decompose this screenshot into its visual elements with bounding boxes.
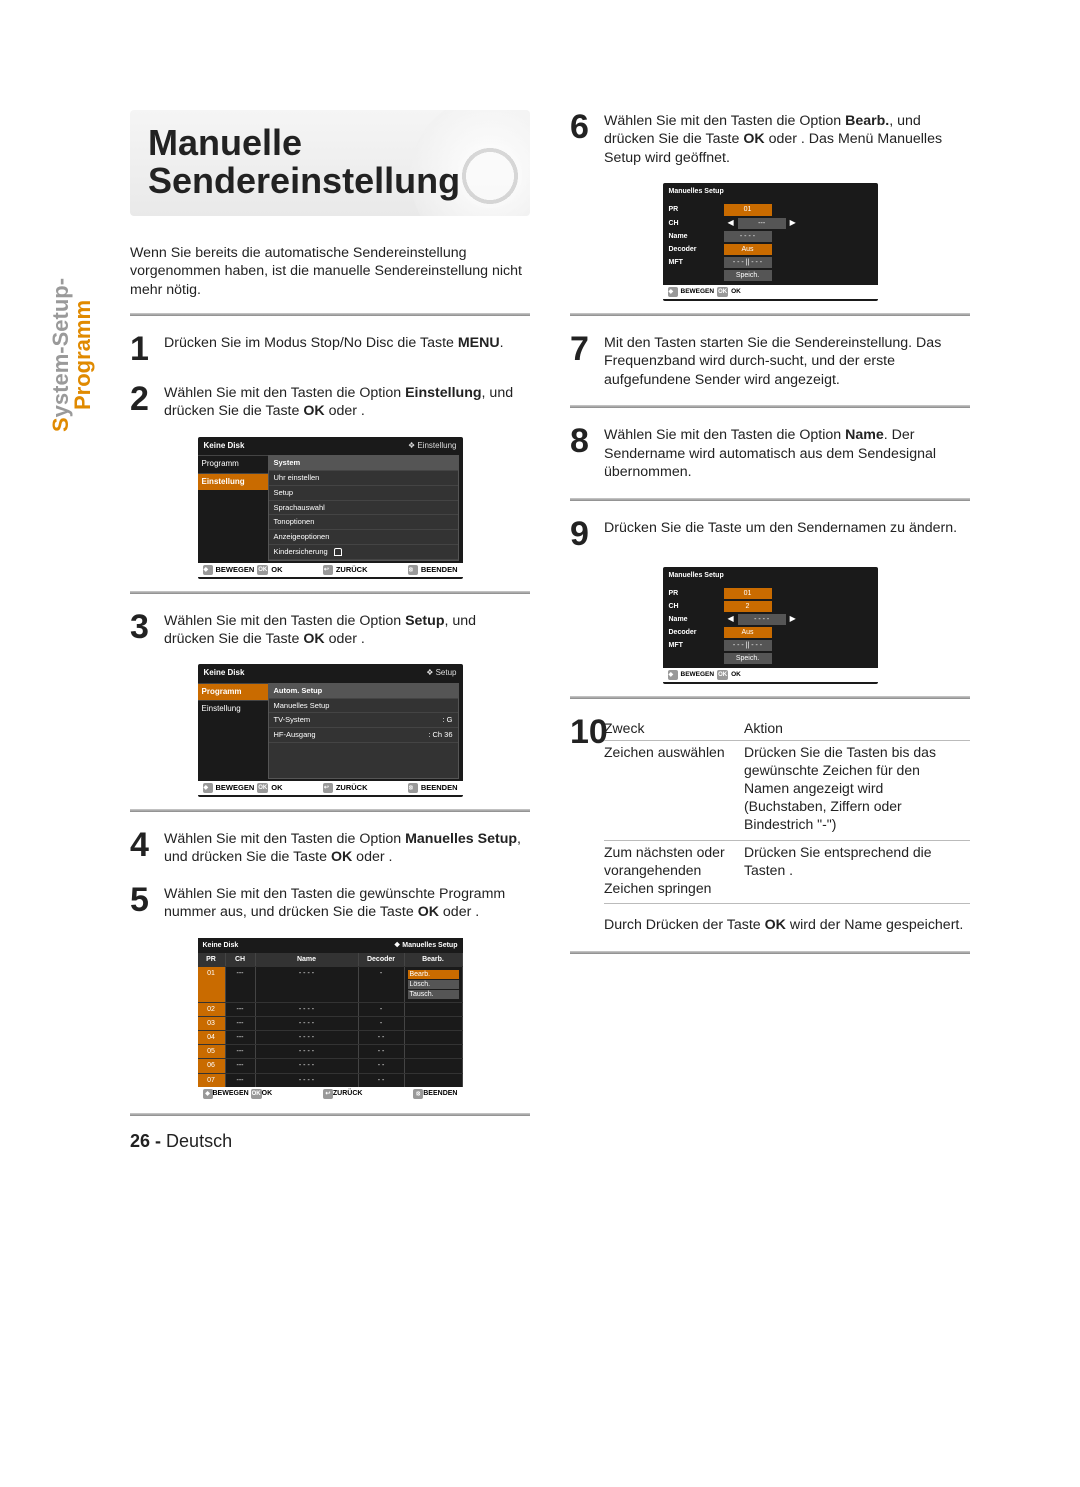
- osd-manuelles-table: Keine Disk ❖ Manuelles Setup PR CH Name D…: [198, 938, 463, 1101]
- td: Drücken Sie entsprechend die Tasten .: [744, 840, 970, 904]
- step-num: 3: [130, 610, 164, 649]
- osd-hdr-left: Keine Disk: [204, 668, 245, 678]
- divider: [570, 313, 970, 316]
- osd-item: Uhr einstellen: [269, 471, 458, 486]
- step-text: Mit den Tasten starten Sie die Senderein…: [604, 332, 970, 389]
- osd-item: TV-System: [274, 715, 311, 725]
- divider: [130, 1113, 530, 1116]
- step-2: 2 Wählen Sie mit den Tasten die Option E…: [130, 382, 530, 421]
- page-number: 26 - Deutsch: [130, 1131, 232, 1152]
- osd-item: System: [269, 456, 458, 471]
- osd-menu-einstellung: Einstellung: [198, 473, 268, 490]
- divider: [130, 809, 530, 812]
- step-num: 1: [130, 332, 164, 366]
- step-text: Wählen Sie mit den Tasten die Option Man…: [164, 828, 530, 867]
- step-8: 8 Wählen Sie mit den Tasten die Option N…: [570, 424, 970, 481]
- side-tab: System-Setup- Programm: [50, 278, 94, 430]
- osd-value: : Ch 36: [428, 730, 452, 740]
- step-num: 2: [130, 382, 164, 421]
- td: Drücken Sie die Tasten bis das gewünscht…: [744, 740, 970, 840]
- osd-item: Manuelles Setup: [274, 701, 330, 711]
- step-num: 8: [570, 424, 604, 481]
- divider: [130, 313, 530, 316]
- th-ch: CH: [226, 953, 256, 966]
- osd-hdr-right: ❖ Einstellung: [408, 441, 457, 451]
- step-num: 7: [570, 332, 604, 389]
- osd-item: Setup: [269, 486, 458, 501]
- td: Zum nächsten oder vorangehenden Zeichen …: [604, 840, 744, 904]
- right-column: 6 Wählen Sie mit den Tasten die Option B…: [570, 110, 970, 1132]
- step-9: 9 Drücken Sie die Taste um den Sendernam…: [570, 517, 970, 551]
- step-text: Drücken Sie die Taste um den Sendernamen…: [604, 517, 970, 551]
- step-text: ZweckAktion Zeichen auswählenDrücken Sie…: [604, 715, 970, 934]
- divider: [570, 696, 970, 699]
- th-aktion: Aktion: [744, 717, 970, 740]
- osd-item: Tonoptionen: [269, 515, 458, 530]
- osd-menu-einstellung: Einstellung: [198, 700, 268, 717]
- step-num: 6: [570, 110, 604, 167]
- lock-icon: [334, 548, 342, 556]
- divider: [570, 498, 970, 501]
- osd-menu-programm: Programm: [198, 683, 268, 700]
- osd-title: Manuelles Setup: [669, 187, 724, 196]
- osd-value: : G: [442, 715, 452, 725]
- step-text: Drücken Sie im Modus Stop/No Disc die Ta…: [164, 332, 530, 366]
- after-table: Durch Drücken der Taste OK wird der Name…: [604, 916, 970, 934]
- step-text: Wählen Sie mit den Tasten die Option Bea…: [604, 110, 970, 167]
- th-decoder: Decoder: [359, 953, 405, 966]
- osd-manuelles-detail-1: Manuelles Setup PR01 CH◀---▶ Name- - - -…: [663, 183, 878, 301]
- step-num: 10: [570, 715, 604, 934]
- th-bearb: Bearb.: [405, 953, 463, 966]
- osd-hdr-right: ❖ Setup: [426, 668, 456, 678]
- step-text: Wählen Sie mit den Tasten die Option Set…: [164, 610, 530, 649]
- divider: [130, 591, 530, 594]
- th-pr: PR: [198, 953, 226, 966]
- osd-menu-programm: Programm: [198, 455, 268, 472]
- side-tab-s: S: [48, 417, 73, 432]
- step-text: Wählen Sie mit den Tasten die Option Ein…: [164, 382, 530, 421]
- action-table: ZweckAktion Zeichen auswählenDrücken Sie…: [604, 717, 970, 904]
- osd-title: Manuelles Setup: [669, 571, 724, 580]
- side-tab-line2: Programm: [72, 278, 94, 432]
- osd-item: Kindersicherung: [269, 545, 458, 560]
- step-5: 5 Wählen Sie mit den Tasten die gewünsch…: [130, 883, 530, 922]
- th-name: Name: [256, 953, 359, 966]
- osd-item: Anzeigeoptionen: [269, 530, 458, 545]
- osd-item: Sprachauswahl: [269, 501, 458, 516]
- osd-item: HF-Ausgang: [274, 730, 316, 740]
- divider: [570, 405, 970, 408]
- th-zweck: Zweck: [604, 717, 744, 740]
- divider: [570, 951, 970, 954]
- step-4: 4 Wählen Sie mit den Tasten die Option M…: [130, 828, 530, 867]
- osd-manuelles-detail-2: Manuelles Setup PR01 CH2 Name◀- - - -▶ D…: [663, 567, 878, 685]
- title-block: Manuelle Sendereinstellung: [130, 110, 530, 216]
- osd-item: Autom. Setup: [274, 686, 323, 696]
- step-text: Wählen Sie mit den Tasten die Option Nam…: [604, 424, 970, 481]
- osd-hdr-right: ❖ Manuelles Setup: [394, 941, 457, 950]
- osd-hdr-left: Keine Disk: [204, 441, 245, 451]
- page-title: Manuelle Sendereinstellung: [148, 124, 512, 200]
- step-num: 4: [130, 828, 164, 867]
- step-3: 3 Wählen Sie mit den Tasten die Option S…: [130, 610, 530, 649]
- step-num: 5: [130, 883, 164, 922]
- intro-text: Wenn Sie bereits die automatische Sender…: [130, 244, 530, 299]
- osd-einstellung: Keine Disk ❖ Einstellung Programm Einstel…: [198, 437, 463, 579]
- step-6: 6 Wählen Sie mit den Tasten die Option B…: [570, 110, 970, 167]
- step-10: 10 ZweckAktion Zeichen auswählenDrücken …: [570, 715, 970, 934]
- step-num: 9: [570, 517, 604, 551]
- osd-hdr-left: Keine Disk: [203, 941, 239, 950]
- step-1: 1 Drücken Sie im Modus Stop/No Disc die …: [130, 332, 530, 366]
- left-column: Manuelle Sendereinstellung Wenn Sie bere…: [130, 110, 530, 1132]
- step-7: 7 Mit den Tasten starten Sie die Sendere…: [570, 332, 970, 389]
- step-text: Wählen Sie mit den Tasten die gewünschte…: [164, 883, 530, 922]
- osd-setup: Keine Disk ❖ Setup Programm Einstellung A…: [198, 664, 463, 796]
- td: Zeichen auswählen: [604, 740, 744, 840]
